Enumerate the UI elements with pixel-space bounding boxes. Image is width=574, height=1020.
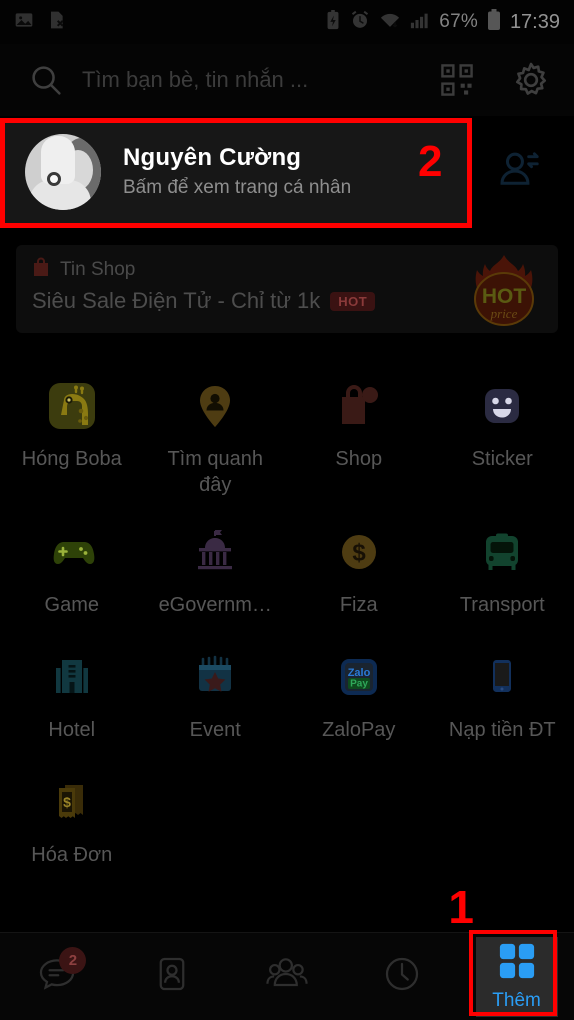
image-icon xyxy=(14,10,34,35)
giraffe-icon xyxy=(44,378,100,434)
svg-text:HOT: HOT xyxy=(482,285,527,308)
clock-icon xyxy=(382,954,422,999)
app-label: Hóng Boba xyxy=(21,448,122,470)
promo-kicker-label: Tin Shop xyxy=(60,258,136,280)
svg-text:$: $ xyxy=(63,794,71,810)
promo-title-label: Siêu Sale Điện Tử - Chỉ từ 1k xyxy=(32,288,321,313)
app-tile-event[interactable]: Event xyxy=(144,641,288,748)
phone-screen: 67% 17:39 Tìm bạn bè, tin nhắn ... Nguyê… xyxy=(0,0,574,1020)
nav-item-groups[interactable] xyxy=(230,933,345,1020)
contact-card-icon xyxy=(152,954,192,999)
app-label: Game xyxy=(44,594,99,616)
avatar[interactable] xyxy=(25,134,101,210)
calendar-star-icon xyxy=(187,649,243,705)
app-label: Fiza xyxy=(339,594,378,616)
profile-row: Nguyên Cường Bấm để xem trang cá nhân xyxy=(0,118,574,228)
svg-text:Zalo: Zalo xyxy=(347,667,370,679)
avatar-photo-body xyxy=(29,180,91,210)
status-bar-left-icons xyxy=(14,10,66,35)
bus-icon xyxy=(474,524,530,580)
svg-text:Pay: Pay xyxy=(350,679,368,690)
group-people-icon xyxy=(265,952,309,1001)
qr-code-icon[interactable] xyxy=(434,63,480,97)
shopping-bag-icon xyxy=(331,378,387,434)
zalopay-logo-icon: Zalo Pay xyxy=(331,649,387,705)
profile-subtitle: Bấm để xem trang cá nhân xyxy=(123,176,352,198)
search-input-placeholder[interactable]: Tìm bạn bè, tin nhắn ... xyxy=(72,67,434,93)
sim-card-off-icon xyxy=(46,10,66,35)
signal-bars-icon xyxy=(410,10,430,35)
app-label: Hóa Đơn xyxy=(31,844,113,866)
app-label: Shop xyxy=(335,448,383,470)
smiley-face-icon xyxy=(474,378,530,434)
app-label: Sticker xyxy=(471,448,533,470)
person-sync-icon[interactable] xyxy=(497,148,543,199)
app-tile-tim-quanh-day[interactable]: Tìm quanh đây xyxy=(144,370,288,498)
app-tile-zalopay[interactable]: Zalo Pay ZaloPay xyxy=(287,641,431,748)
avatar-photo-watch xyxy=(47,172,61,186)
promo-hot-badge: HOT xyxy=(330,291,376,311)
invoice-icon: $ xyxy=(44,774,100,830)
hotel-building-icon xyxy=(44,649,100,705)
battery-saver-icon xyxy=(325,9,341,35)
location-person-icon xyxy=(187,378,243,434)
status-bar: 67% 17:39 xyxy=(0,0,574,44)
app-label: ZaloPay xyxy=(322,719,396,741)
wifi-icon xyxy=(379,10,401,35)
hot-price-flame-art: HOT price xyxy=(466,251,542,329)
app-grid: Hóng Boba Tìm quanh đây Shop Sticker Gam… xyxy=(0,370,574,873)
alarm-icon xyxy=(350,10,370,35)
app-label: Transport xyxy=(459,594,545,616)
shopping-bag-icon xyxy=(32,257,50,282)
app-label: Hotel xyxy=(48,719,96,741)
nav-item-messages[interactable]: 2 xyxy=(0,933,115,1020)
nav-item-contacts[interactable] xyxy=(115,933,230,1020)
app-tile-hotel[interactable]: Hotel xyxy=(0,641,144,748)
battery-icon xyxy=(487,8,501,36)
app-tile-sticker[interactable]: Sticker xyxy=(431,370,574,498)
search-bar[interactable]: Tìm bạn bè, tin nhắn ... xyxy=(0,44,574,116)
app-label: eGovernm… xyxy=(158,594,272,616)
app-tile-transport[interactable]: Transport xyxy=(431,516,574,623)
app-tile-shop[interactable]: Shop xyxy=(287,370,431,498)
svg-text:price: price xyxy=(490,306,518,321)
clock-label: 17:39 xyxy=(509,10,560,33)
app-tile-hong-boba[interactable]: Hóng Boba xyxy=(0,370,144,498)
app-tile-hoa-don[interactable]: $ Hóa Đơn xyxy=(0,766,144,873)
annotation-marker-2: 2 xyxy=(418,137,443,186)
annotation-marker-1: 1 xyxy=(448,881,474,933)
app-tile-nap-tien-dt[interactable]: Nạp tiền ĐT xyxy=(431,641,574,748)
app-label: Tìm quanh đây xyxy=(167,448,264,496)
gear-icon[interactable] xyxy=(508,61,554,99)
mobile-phone-icon xyxy=(474,649,530,705)
grid-four-squares-icon xyxy=(498,942,536,985)
app-tile-fiza[interactable]: $ Fiza xyxy=(287,516,431,623)
more-tab-tile[interactable]: Thêm xyxy=(475,936,558,1017)
status-bar-right-icons: 67% 17:39 xyxy=(325,8,560,36)
app-tile-game[interactable]: Game xyxy=(0,516,144,623)
app-tile-egovernment[interactable]: eGovernm… xyxy=(144,516,288,623)
dollar-coin-icon: $ xyxy=(331,524,387,580)
app-label: Event xyxy=(189,719,241,741)
app-label: Nạp tiền ĐT xyxy=(448,719,556,741)
search-icon[interactable] xyxy=(20,63,72,97)
messages-unread-badge: 2 xyxy=(59,946,87,974)
nav-item-timeline[interactable] xyxy=(344,933,459,1020)
battery-percent-label: 67% xyxy=(439,11,478,32)
svg-text:$: $ xyxy=(352,540,366,567)
gamepad-icon xyxy=(44,524,100,580)
promo-banner[interactable]: Tin Shop Siêu Sale Điện Tử - Chỉ từ 1k H… xyxy=(16,245,558,333)
nav-item-more[interactable]: Thêm xyxy=(459,933,574,1020)
profile-card[interactable]: Nguyên Cường Bấm để xem trang cá nhân xyxy=(3,118,470,226)
government-icon xyxy=(187,524,243,580)
profile-name: Nguyên Cường xyxy=(123,143,302,171)
bottom-navigation-bar: 2 Thêm xyxy=(0,930,574,1020)
more-tab-label: Thêm xyxy=(492,989,541,1011)
profile-text-block: Nguyên Cường Bấm để xem trang cá nhân xyxy=(123,143,351,202)
